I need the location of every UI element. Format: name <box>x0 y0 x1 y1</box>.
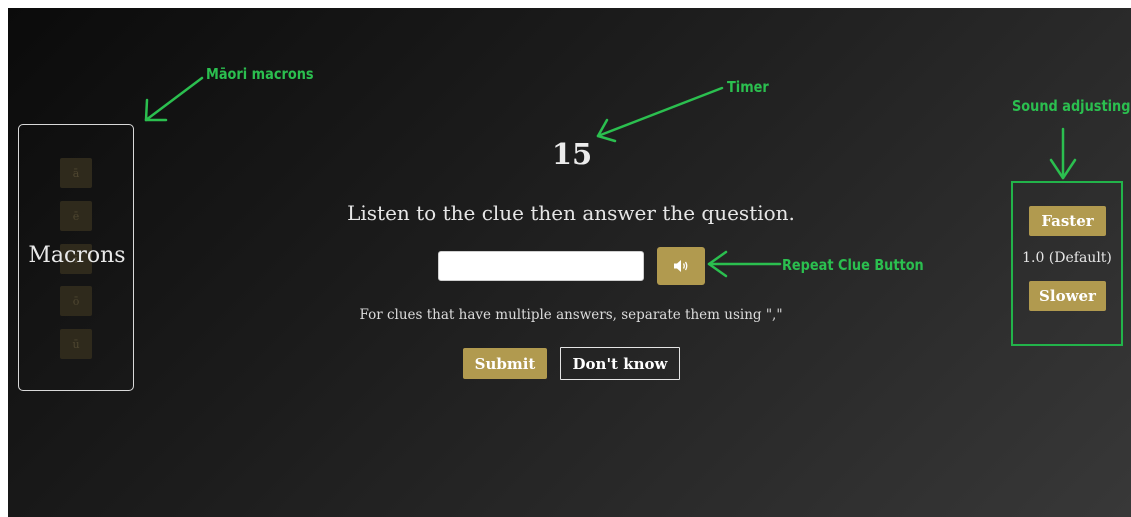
answer-input[interactable] <box>438 251 644 281</box>
macron-button-a[interactable]: ā <box>60 158 92 188</box>
macron-button-e[interactable]: ē <box>60 201 92 231</box>
slower-button[interactable]: Slower <box>1029 281 1106 311</box>
instruction-text: Listen to the clue then answer the quest… <box>347 201 795 225</box>
annotation-repeat: Repeat Clue Button <box>782 256 924 274</box>
macron-button-o[interactable]: ō <box>60 286 92 316</box>
annotation-macrons: Māori macrons <box>206 65 314 83</box>
speed-value: 1.0 (Default) <box>1022 250 1112 266</box>
macrons-panel: ā ē ī ō ū Macrons <box>18 124 134 391</box>
annotation-sound: Sound adjusting <box>1012 97 1131 115</box>
annotation-timer: Timer <box>727 78 769 96</box>
multiple-answers-hint: For clues that have multiple answers, se… <box>359 307 783 323</box>
dont-know-button[interactable]: Don't know <box>560 347 680 380</box>
arrow-repeat <box>707 250 782 278</box>
submit-button[interactable]: Submit <box>463 348 547 379</box>
macrons-label: Macrons <box>28 243 126 268</box>
repeat-clue-button[interactable] <box>657 247 705 285</box>
speaker-icon <box>674 260 688 272</box>
faster-button[interactable]: Faster <box>1029 206 1106 236</box>
arrow-sound <box>1049 127 1077 180</box>
macron-button-u[interactable]: ū <box>60 329 92 359</box>
arrow-timer <box>596 86 724 143</box>
quiz-stage: ā ē ī ō ū Macrons 15 Listen to the clue … <box>8 8 1131 517</box>
timer: 15 <box>551 137 593 171</box>
arrow-macrons <box>144 76 204 122</box>
